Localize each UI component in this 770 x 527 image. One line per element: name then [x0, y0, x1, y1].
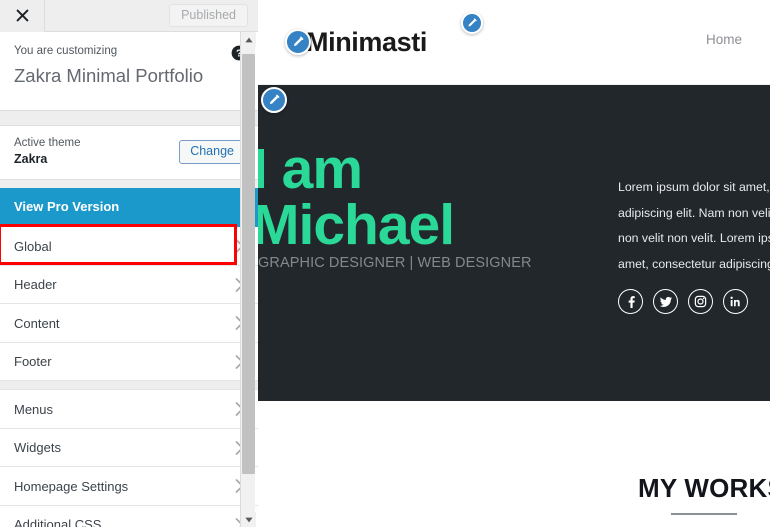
active-theme-row: Active theme Zakra Change: [0, 125, 258, 180]
hero-headline-block: I am Michael GRAPHIC DESIGNER | WEB DESI…: [258, 85, 618, 401]
sidebar-item-additional-css[interactable]: Additional CSS: [0, 505, 258, 527]
customizing-label: You are customizing: [14, 45, 118, 57]
active-theme-label: Active theme: [14, 136, 81, 149]
hero-subtitle: GRAPHIC DESIGNER | WEB DESIGNER: [258, 255, 532, 272]
hero-paragraph-line: adipiscing elit. Nam non velit.: [618, 205, 770, 220]
view-pro-version-banner[interactable]: View Pro Version: [0, 188, 258, 228]
edit-pencil-icon[interactable]: [285, 29, 311, 55]
edit-pencil-icon[interactable]: [461, 12, 483, 34]
twitter-icon[interactable]: [653, 289, 678, 315]
customizer-section-list: Global Header Content Footer Menus Widge…: [0, 227, 258, 527]
sidebar-item-content[interactable]: Content: [0, 304, 258, 343]
sidebar-item-label: Content: [14, 315, 60, 331]
site-preview: Minimasti Home I am Michael GRAPHIC DESI…: [258, 0, 770, 527]
scrollbar-thumb[interactable]: [242, 54, 255, 474]
panel-gap: [0, 111, 258, 125]
sidebar-item-label: Footer: [14, 354, 52, 370]
site-header: Minimasti Home: [258, 0, 770, 85]
theme-gap: [0, 180, 258, 188]
site-title[interactable]: Minimasti: [306, 28, 427, 56]
sidebar-item-homepage-settings[interactable]: Homepage Settings: [0, 467, 258, 506]
hero-section: I am Michael GRAPHIC DESIGNER | WEB DESI…: [258, 85, 770, 401]
customizer-topbar: Published: [0, 0, 258, 32]
nav-item-home[interactable]: Home: [706, 32, 742, 47]
sidebar-scrollbar[interactable]: [240, 32, 256, 527]
publish-button[interactable]: Published: [169, 3, 248, 28]
linkedin-icon[interactable]: [723, 289, 748, 315]
hero-paragraph-line: amet, consectetur adipiscing: [618, 256, 770, 271]
hero-text-block: Lorem ipsum dolor sit amet, adipiscing e…: [618, 85, 770, 401]
site-branding: Minimasti: [285, 28, 427, 56]
close-icon[interactable]: [0, 0, 45, 32]
hero-paragraph-line: non velit non velit. Lorem ips: [618, 231, 770, 246]
works-heading-underline: [671, 513, 737, 515]
instagram-icon[interactable]: [688, 289, 713, 315]
site-nav: Home: [706, 32, 742, 47]
edit-pencil-icon[interactable]: [261, 87, 287, 113]
section-group-separator: [0, 381, 258, 391]
hero-paragraph-line: Lorem ipsum dolor sit amet,: [618, 180, 770, 194]
hero-line-2: Michael: [258, 193, 455, 257]
sidebar-item-menus[interactable]: Menus: [0, 390, 258, 429]
change-theme-button[interactable]: Change: [179, 140, 245, 164]
facebook-icon[interactable]: [618, 289, 643, 315]
sidebar-item-global[interactable]: Global: [0, 227, 258, 266]
sidebar-item-label: Additional CSS: [14, 517, 102, 527]
works-heading: MY WORKS: [638, 473, 770, 503]
page-title: Zakra Minimal Portfolio: [14, 64, 204, 86]
sidebar-item-label: Global: [14, 238, 52, 254]
customizer-sidebar: Published You are customizing Zakra Mini…: [0, 0, 258, 527]
sidebar-item-widgets[interactable]: Widgets: [0, 428, 258, 468]
scroll-up-arrow-icon[interactable]: [241, 32, 256, 47]
sidebar-item-label: Menus: [14, 401, 54, 417]
customizing-panel: You are customizing Zakra Minimal Portfo…: [0, 32, 258, 111]
works-section: MY WORKS: [258, 401, 770, 527]
customizer-screen: Published You are customizing Zakra Mini…: [0, 0, 770, 527]
sidebar-item-label: Widgets: [14, 440, 61, 456]
sidebar-item-header[interactable]: Header: [0, 265, 258, 305]
sidebar-item-footer[interactable]: Footer: [0, 342, 258, 382]
sidebar-item-label: Homepage Settings: [14, 478, 129, 494]
active-theme-name: Zakra: [14, 152, 48, 167]
scroll-down-arrow-icon[interactable]: [241, 512, 256, 527]
active-theme-text: Active theme Zakra: [14, 136, 80, 168]
social-links: [618, 289, 770, 315]
hero-line-1: I am: [258, 137, 363, 201]
sidebar-item-label: Header: [14, 277, 57, 293]
